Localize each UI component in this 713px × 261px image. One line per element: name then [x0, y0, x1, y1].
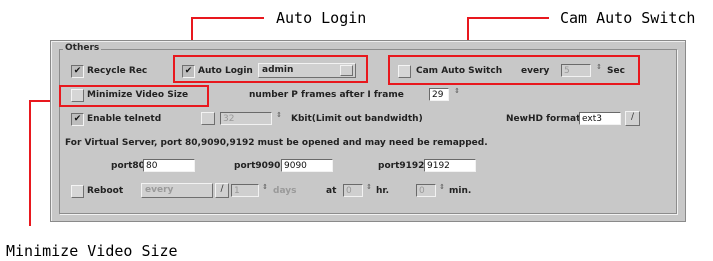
reboot-period-dropdown[interactable]: every [141, 183, 213, 198]
leader-cam-switch-horizontal [467, 17, 549, 19]
highlight-cam-auto-switch [388, 55, 640, 85]
leader-minimize-vertical [29, 100, 31, 226]
iframes-label: number P frames after I frame [249, 90, 404, 100]
reboot-at-label: at [326, 186, 337, 196]
reboot-period-value: every [145, 185, 174, 195]
recycle-rec-checkbox[interactable]: ✔ [71, 65, 84, 78]
leader-auto-login-horizontal [191, 17, 264, 19]
spin-arrows-icon[interactable]: ⇕ [438, 184, 446, 198]
spin-arrows-icon[interactable]: ⇕ [275, 112, 283, 126]
reboot-hour-field[interactable]: 0 [343, 184, 363, 197]
newhd-format-label: NewHD format [506, 114, 581, 124]
enable-telnetd-label: Enable telnetd [87, 114, 162, 124]
reboot-hour-label: hr. [376, 186, 389, 196]
recycle-rec-label: Recycle Rec [87, 66, 148, 76]
tool-icon[interactable]: ∕ [625, 111, 640, 126]
spin-arrows-icon[interactable]: ⇕ [261, 184, 269, 198]
reboot-checkbox[interactable] [71, 185, 84, 198]
newhd-format-field[interactable]: ext3 [579, 112, 621, 125]
callout-auto-login: Auto Login [276, 9, 367, 27]
port9192-label: port9192 [378, 161, 425, 171]
callout-minimize-video-size: Minimize Video Size [6, 242, 178, 260]
highlight-minimize-video-size [59, 85, 209, 107]
highlight-auto-login [173, 55, 368, 83]
reboot-days-label: days [273, 186, 297, 196]
p-frames-field[interactable]: 29 [429, 88, 449, 101]
reboot-minute-field[interactable]: 0 [416, 184, 436, 197]
callout-cam-auto-switch: Cam Auto Switch [560, 9, 696, 27]
bandwidth-field[interactable]: 32 [220, 112, 272, 125]
port9192-field[interactable]: 9192 [424, 159, 476, 172]
port80-label: port80 [111, 161, 145, 171]
port9090-field[interactable]: 9090 [281, 159, 333, 172]
spin-arrows-icon[interactable]: ⇕ [453, 88, 461, 102]
bandwidth-toggle-button[interactable] [201, 112, 215, 125]
reboot-minute-label: min. [449, 186, 472, 196]
bandwidth-label: Kbit(Limit out bandwidth) [291, 114, 423, 124]
port9090-label: port9090 [234, 161, 281, 171]
spin-arrows-icon[interactable]: ⇕ [365, 184, 373, 198]
tool-icon[interactable]: ∕ [215, 183, 229, 198]
group-title: Others [63, 43, 102, 53]
port80-field[interactable]: 80 [143, 159, 195, 172]
reboot-days-field[interactable]: 1 [231, 184, 259, 197]
reboot-label: Reboot [87, 186, 124, 196]
enable-telnetd-checkbox[interactable]: ✔ [71, 113, 84, 126]
virtual-server-note: For Virtual Server, port 80,9090,9192 mu… [65, 138, 488, 148]
